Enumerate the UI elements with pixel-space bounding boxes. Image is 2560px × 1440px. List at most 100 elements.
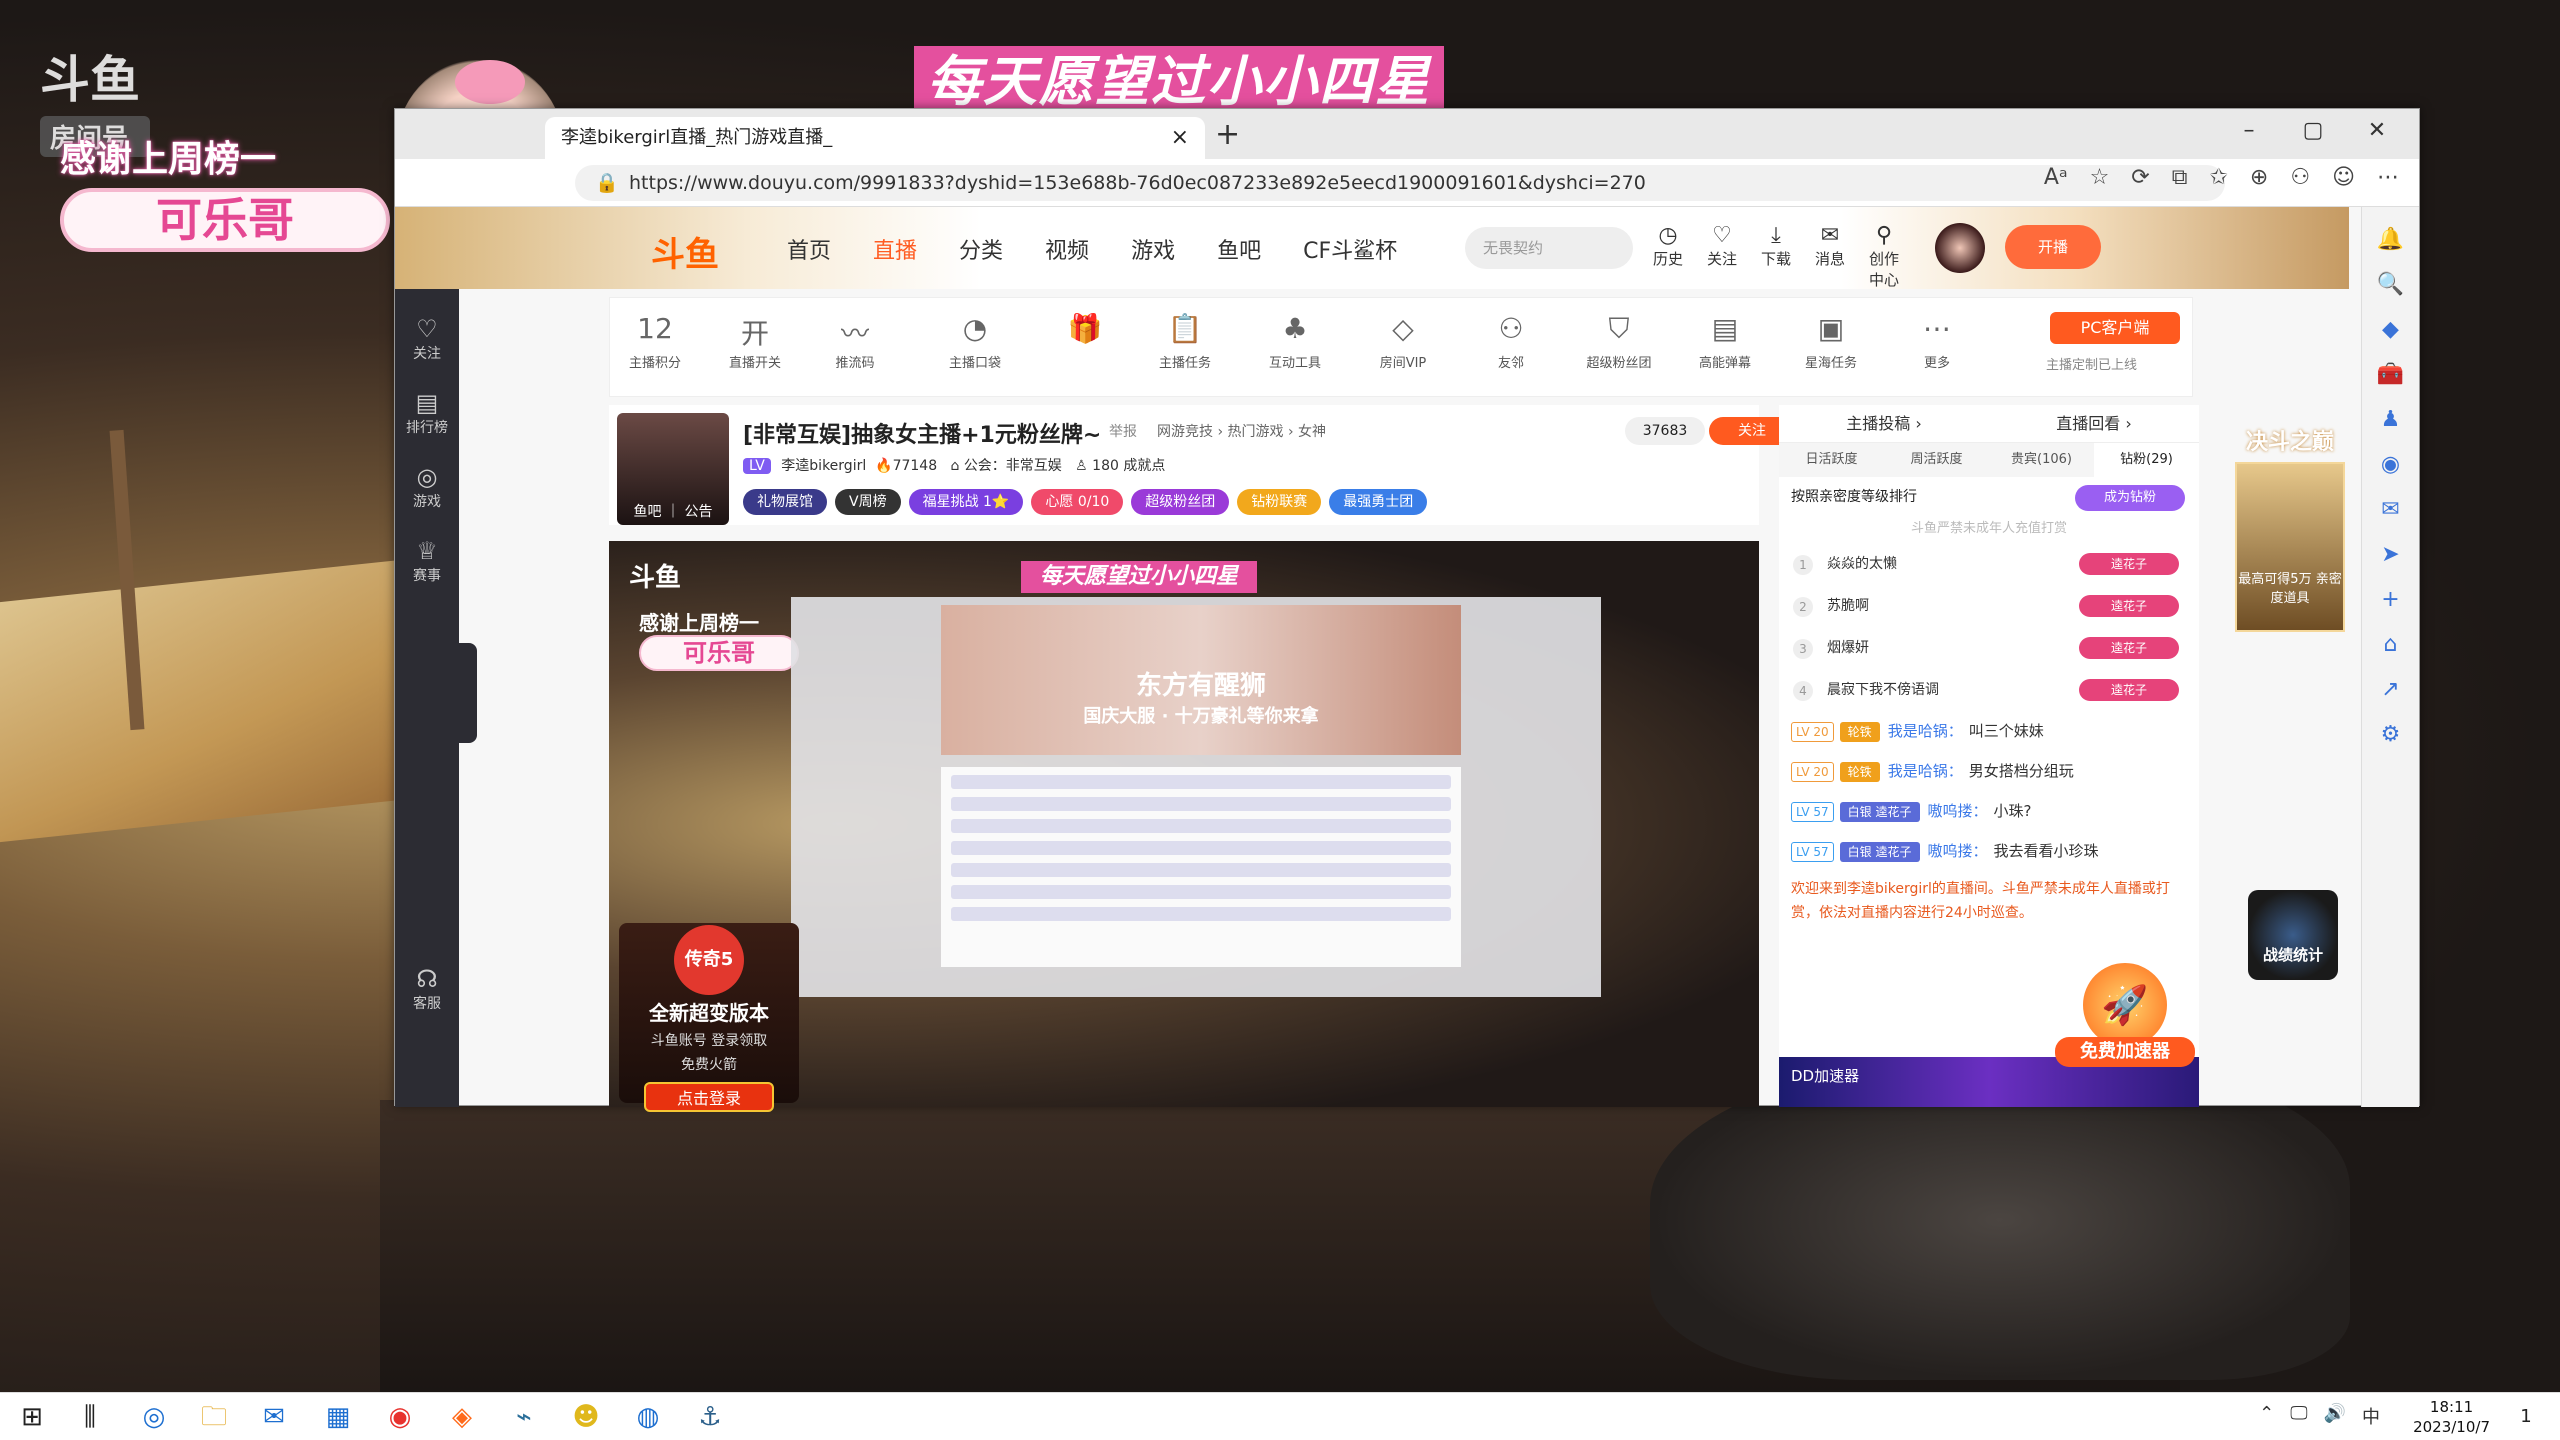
game-app-icon[interactable]: ⌁: [506, 1399, 542, 1435]
sidebar-toggle[interactable]: [459, 643, 477, 743]
maximize-button[interactable]: ▢: [2281, 111, 2345, 151]
streamer-avatar[interactable]: 鱼吧 ｜ 公告: [617, 413, 729, 525]
tool-interactive[interactable]: ♣ 互动工具: [1250, 312, 1340, 371]
nav-live[interactable]: 直播: [873, 233, 917, 265]
sidebar-follow[interactable]: ♡ 关注: [395, 315, 459, 363]
task-view-icon[interactable]: ⫼: [72, 1399, 108, 1435]
badge-warriors[interactable]: 最强勇士团: [1329, 489, 1428, 515]
creator-center-button[interactable]: ⚲ 创作中心: [1867, 223, 1901, 290]
badge-wish[interactable]: 心愿 0/10: [1031, 489, 1124, 515]
clock[interactable]: 18:11 2023/10/7: [2413, 1397, 2490, 1437]
ad-login-button[interactable]: 点击登录: [644, 1082, 774, 1112]
shopping-icon[interactable]: ◆: [2362, 317, 2419, 342]
browser-tab[interactable]: 李逵bikergirl直播_热门游戏直播_ ×: [545, 117, 1205, 159]
report-link[interactable]: 举报: [1109, 421, 1137, 441]
chat-user[interactable]: 嗷呜搂：: [1928, 802, 1988, 820]
start-broadcast-button[interactable]: 开播: [2005, 225, 2101, 269]
split-icon[interactable]: ⧉: [2172, 165, 2188, 190]
streamer-name[interactable]: 李逵bikergirl: [781, 458, 866, 474]
close-button[interactable]: ✕: [2345, 111, 2409, 151]
badge-gift-gallery[interactable]: 礼物展馆: [743, 489, 827, 515]
outlook-icon[interactable]: ✉: [2362, 497, 2419, 522]
nav-category[interactable]: 分类: [959, 233, 1003, 265]
tool-fan-club[interactable]: ⛉ 超级粉丝团: [1574, 312, 1664, 371]
guild-text[interactable]: 公会：非常互娱: [964, 458, 1062, 474]
rank-row[interactable]: 4 晨寂下我不傍语调 逵花子: [1779, 669, 2199, 711]
mail-icon[interactable]: ✉: [256, 1399, 292, 1435]
sidebar-ranking[interactable]: ▤ 排行榜: [395, 389, 459, 437]
download-button[interactable]: ⤓ 下载: [1759, 223, 1793, 290]
add-icon[interactable]: +: [2362, 587, 2419, 612]
games-icon[interactable]: ♟: [2362, 407, 2419, 432]
notification-icon[interactable]: 1: [2508, 1399, 2544, 1435]
tray-expand-icon[interactable]: ⌃: [2259, 1403, 2274, 1429]
tool-stream-key[interactable]: 〰推流码: [810, 312, 900, 371]
tab-vip[interactable]: 贵宾(106): [1989, 443, 2094, 477]
search-input[interactable]: 无畏契约: [1465, 227, 1633, 269]
edge-icon[interactable]: ◎: [136, 1399, 172, 1435]
external-icon[interactable]: ↗: [2362, 677, 2419, 702]
badge-diamond-league[interactable]: 钻粉联赛: [1237, 489, 1322, 515]
new-tab-button[interactable]: +: [1215, 117, 1240, 152]
nav-yuba[interactable]: 鱼吧: [1217, 233, 1261, 265]
follow-header-button[interactable]: ♡ 关注: [1705, 223, 1739, 290]
category-breadcrumb[interactable]: 网游竞技 › 热门游戏 › 女神: [1157, 421, 1326, 441]
office-icon[interactable]: ◉: [2362, 452, 2419, 477]
tool-points[interactable]: 12 主播积分: [610, 312, 700, 371]
tool-neighbors[interactable]: ⚇ 友邻: [1466, 312, 1556, 371]
douyu-logo[interactable]: 斗鱼: [651, 227, 719, 276]
network-icon[interactable]: 🖵: [2290, 1403, 2307, 1429]
start-icon[interactable]: ⊞: [14, 1399, 50, 1435]
user-avatar[interactable]: [1935, 223, 1985, 273]
chat-user[interactable]: 我是哈锅：: [1888, 722, 1963, 740]
sidebar-games[interactable]: ◎ 游戏: [395, 463, 459, 511]
close-tab-icon[interactable]: ×: [1171, 117, 1189, 159]
video-player[interactable]: 斗鱼 感谢上周榜一 可乐哥 每天愿望过小小四星 东方有醒狮 国庆大服 · 十万豪…: [609, 541, 1759, 1112]
minimize-button[interactable]: –: [2217, 111, 2281, 151]
nav-home[interactable]: 首页: [787, 233, 831, 265]
search-icon[interactable]: 🔍: [2362, 272, 2419, 297]
tab-weekly[interactable]: 周活跃度: [1884, 443, 1989, 477]
ime-indicator[interactable]: 中: [2362, 1403, 2380, 1429]
tool-vip[interactable]: ◇ 房间VIP: [1358, 312, 1448, 371]
tool-live-switch[interactable]: 开直播开关: [710, 312, 800, 371]
rank-row[interactable]: 1 焱焱的太懒 逵花子: [1779, 543, 2199, 585]
favorite-icon[interactable]: ☆: [2090, 165, 2110, 190]
extensions-icon[interactable]: ⚇: [2290, 165, 2310, 190]
face-app-icon[interactable]: ☻: [568, 1399, 604, 1435]
nav-cf-cup[interactable]: CF斗鲨杯: [1303, 233, 1397, 265]
chat-user[interactable]: 我是哈锅：: [1888, 762, 1963, 780]
accelerator-widget[interactable]: 🚀 免费加速器: [2055, 963, 2195, 1073]
tab-daily[interactable]: 日活跃度: [1779, 443, 1884, 477]
url-input[interactable]: 🔒 https://www.douyu.com/9991833?dyshid=1…: [575, 165, 2225, 201]
game-ad[interactable]: 传奇5 全新超变版本 斗鱼账号 登录领取 免费火箭 点击登录: [619, 923, 799, 1112]
rank-row[interactable]: 2 苏脆啊 逵花子: [1779, 585, 2199, 627]
become-fan-button[interactable]: 成为钻粉: [2075, 485, 2185, 511]
tool-star-tasks[interactable]: ▣ 星海任务: [1786, 312, 1876, 371]
sidebar-events[interactable]: ♕ 赛事: [395, 537, 459, 585]
chat-user[interactable]: 嗷呜搂：: [1928, 842, 1988, 860]
bell-icon[interactable]: 🔔: [2362, 227, 2419, 252]
badge-super-fans[interactable]: 超级粉丝团: [1131, 489, 1230, 515]
badge-v-weekly[interactable]: V周榜: [835, 489, 901, 515]
circle-app-icon[interactable]: ◍: [630, 1399, 666, 1435]
messages-button[interactable]: ✉ 消息: [1813, 223, 1847, 290]
send-icon[interactable]: ➤: [2362, 542, 2419, 567]
tab-replay[interactable]: 直播回看 ›: [1989, 405, 2199, 442]
collections-icon[interactable]: ⊕: [2250, 165, 2268, 190]
event-ad[interactable]: 决斗之巅 最高可得5万 亲密度道具: [2230, 424, 2350, 664]
settings-icon[interactable]: ⚙: [2362, 722, 2419, 747]
tool-danmaku[interactable]: ▤ 高能弹幕: [1680, 312, 1770, 371]
anchor-app-icon[interactable]: ⚓: [692, 1399, 728, 1435]
tab-streamer-posts[interactable]: 主播投稿 ›: [1779, 405, 1989, 442]
profile-icon[interactable]: ☺: [2332, 165, 2355, 190]
nav-video[interactable]: 视频: [1045, 233, 1089, 265]
tool-pocket[interactable]: ◔ 主播口袋: [930, 312, 1020, 371]
store-icon[interactable]: ▦: [320, 1399, 356, 1435]
refresh-icon[interactable]: ⟳: [2131, 165, 2149, 190]
screenshot-icon[interactable]: ⌂: [2362, 632, 2419, 657]
tool-gift[interactable]: 🎁: [1040, 312, 1130, 352]
pc-client-button[interactable]: PC客户端: [2050, 312, 2180, 344]
folder-icon[interactable]: 🗀: [196, 1399, 232, 1435]
tool-more[interactable]: ⋯ 更多: [1892, 312, 1982, 371]
